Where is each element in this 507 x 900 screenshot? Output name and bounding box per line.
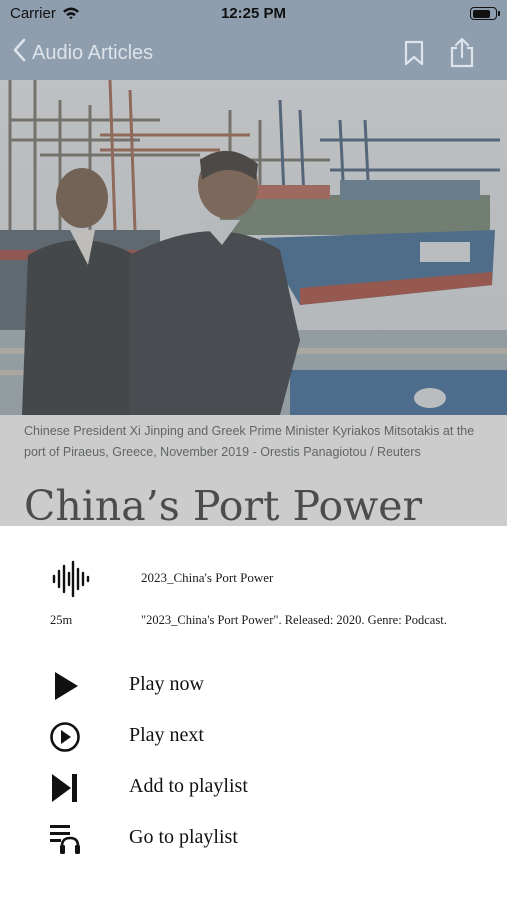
playlist-headphones-icon <box>47 823 83 855</box>
play-circle-icon <box>47 721 83 753</box>
go-to-playlist-button[interactable]: Go to playlist <box>0 816 507 862</box>
share-icon <box>448 37 476 72</box>
play-next-label: Play next <box>129 724 204 746</box>
skip-next-icon <box>47 772 83 804</box>
add-to-playlist-label: Add to playlist <box>129 775 248 797</box>
share-button[interactable] <box>448 36 476 73</box>
waveform-icon <box>52 560 90 603</box>
back-button[interactable]: Audio Articles <box>12 38 153 68</box>
dimming-overlay[interactable] <box>0 80 507 526</box>
go-to-playlist-label: Go to playlist <box>129 826 238 848</box>
add-to-playlist-button[interactable]: Add to playlist <box>0 765 507 811</box>
play-next-button[interactable]: Play next <box>0 714 507 760</box>
status-bar: Carrier 12:25 PM <box>0 0 507 28</box>
play-icon <box>47 670 83 702</box>
bookmark-icon <box>402 40 426 70</box>
battery-icon <box>470 7 500 20</box>
play-now-button[interactable]: Play now <box>0 663 507 709</box>
navigation-bar: Audio Articles <box>0 28 507 80</box>
battery-level <box>472 9 491 18</box>
status-time: 12:25 PM <box>220 5 287 22</box>
track-description: "2023_China's Port Power". Released: 202… <box>141 613 447 627</box>
back-button-label: Audio Articles <box>32 41 154 64</box>
bookmark-button[interactable] <box>402 40 426 71</box>
play-now-label: Play now <box>129 673 204 695</box>
track-title: 2023_China's Port Power <box>141 570 274 585</box>
track-duration: 25m <box>50 613 73 627</box>
chevron-left-icon <box>12 38 26 68</box>
action-sheet: 2023_China's Port Power 25m "2023_China'… <box>0 526 507 900</box>
